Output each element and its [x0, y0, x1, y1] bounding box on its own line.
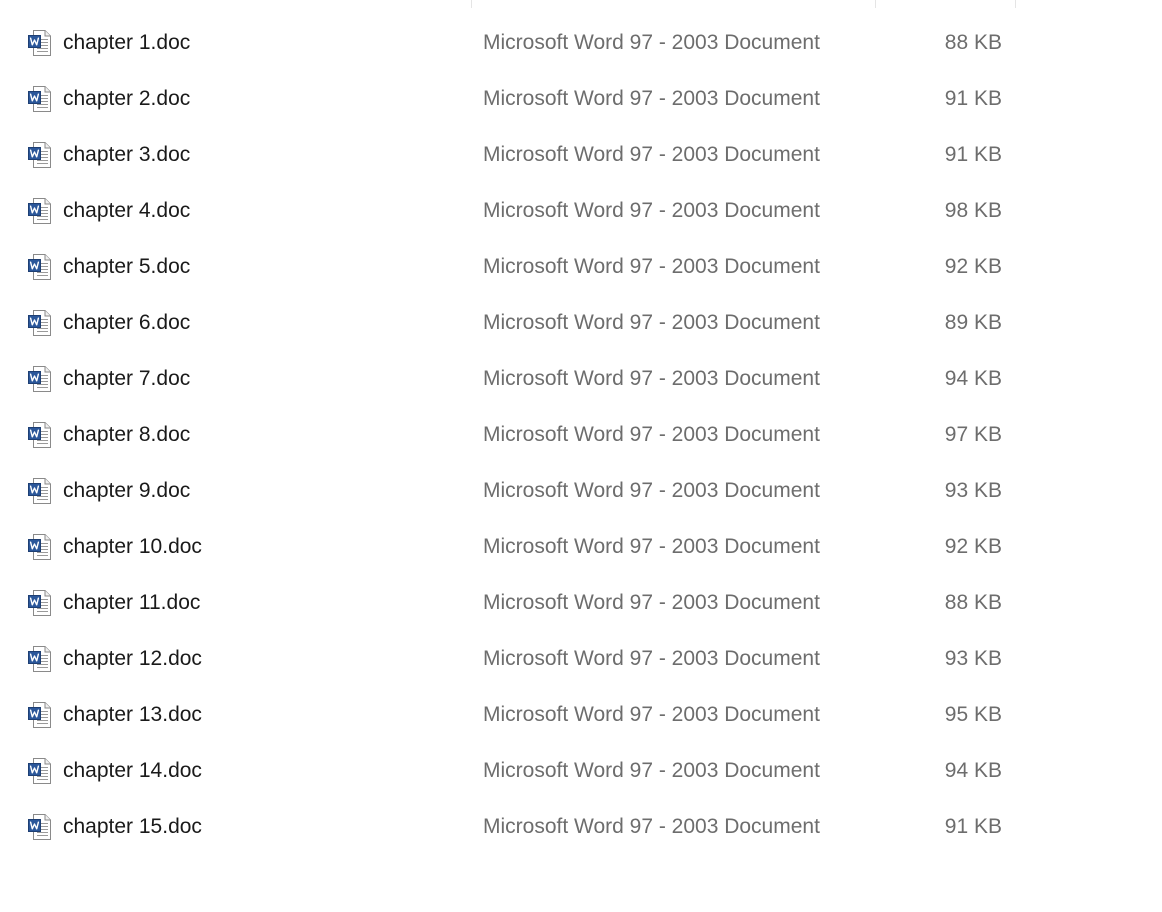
file-name: chapter 14.doc — [63, 759, 202, 782]
file-type: Microsoft Word 97 - 2003 Document — [483, 647, 820, 670]
column-divider-type-size[interactable] — [875, 0, 876, 8]
file-name: chapter 10.doc — [63, 535, 202, 558]
file-size: 91 KB — [944, 87, 1002, 110]
word-doc-icon — [27, 85, 53, 113]
file-type: Microsoft Word 97 - 2003 Document — [483, 423, 820, 446]
file-name: chapter 12.doc — [63, 647, 202, 670]
file-size: 98 KB — [944, 199, 1002, 222]
file-name: chapter 2.doc — [63, 87, 191, 110]
file-list: chapter 1.doc Microsoft Word 97 - 2003 D… — [0, 15, 1162, 855]
file-size: 93 KB — [944, 479, 1002, 502]
file-name: chapter 5.doc — [63, 255, 191, 278]
file-size: 88 KB — [944, 31, 1002, 54]
file-name: chapter 9.doc — [63, 479, 191, 502]
file-name: chapter 3.doc — [63, 143, 191, 166]
file-row-14[interactable]: chapter 14.doc Microsoft Word 97 - 2003 … — [0, 743, 1162, 799]
file-row-13[interactable]: chapter 13.doc Microsoft Word 97 - 2003 … — [0, 687, 1162, 743]
file-size: 92 KB — [944, 255, 1002, 278]
file-type: Microsoft Word 97 - 2003 Document — [483, 759, 820, 782]
file-name: chapter 4.doc — [63, 199, 191, 222]
file-name: chapter 11.doc — [63, 591, 201, 614]
file-row-1[interactable]: chapter 1.doc Microsoft Word 97 - 2003 D… — [0, 15, 1162, 71]
file-name: chapter 1.doc — [63, 31, 191, 54]
file-row-9[interactable]: chapter 9.doc Microsoft Word 97 - 2003 D… — [0, 463, 1162, 519]
file-row-4[interactable]: chapter 4.doc Microsoft Word 97 - 2003 D… — [0, 183, 1162, 239]
file-row-6[interactable]: chapter 6.doc Microsoft Word 97 - 2003 D… — [0, 295, 1162, 351]
file-type: Microsoft Word 97 - 2003 Document — [483, 591, 820, 614]
file-type: Microsoft Word 97 - 2003 Document — [483, 367, 820, 390]
column-divider-name-type[interactable] — [471, 0, 472, 8]
file-type: Microsoft Word 97 - 2003 Document — [483, 199, 820, 222]
file-name: chapter 8.doc — [63, 423, 191, 446]
word-doc-icon — [27, 365, 53, 393]
word-doc-icon — [27, 421, 53, 449]
word-doc-icon — [27, 29, 53, 57]
word-doc-icon — [27, 757, 53, 785]
file-size: 91 KB — [944, 815, 1002, 838]
file-type: Microsoft Word 97 - 2003 Document — [483, 703, 820, 726]
file-type: Microsoft Word 97 - 2003 Document — [483, 479, 820, 502]
file-row-7[interactable]: chapter 7.doc Microsoft Word 97 - 2003 D… — [0, 351, 1162, 407]
file-row-15[interactable]: chapter 15.doc Microsoft Word 97 - 2003 … — [0, 799, 1162, 855]
column-divider-size-end[interactable] — [1015, 0, 1016, 8]
file-type: Microsoft Word 97 - 2003 Document — [483, 255, 820, 278]
file-name: chapter 13.doc — [63, 703, 202, 726]
file-type: Microsoft Word 97 - 2003 Document — [483, 87, 820, 110]
word-doc-icon — [27, 589, 53, 617]
file-size: 91 KB — [944, 143, 1002, 166]
word-doc-icon — [27, 309, 53, 337]
word-doc-icon — [27, 645, 53, 673]
file-row-5[interactable]: chapter 5.doc Microsoft Word 97 - 2003 D… — [0, 239, 1162, 295]
file-size: 93 KB — [944, 647, 1002, 670]
file-row-10[interactable]: chapter 10.doc Microsoft Word 97 - 2003 … — [0, 519, 1162, 575]
file-row-8[interactable]: chapter 8.doc Microsoft Word 97 - 2003 D… — [0, 407, 1162, 463]
file-name: chapter 7.doc — [63, 367, 191, 390]
file-type: Microsoft Word 97 - 2003 Document — [483, 143, 820, 166]
word-doc-icon — [27, 813, 53, 841]
file-size: 88 KB — [944, 591, 1002, 614]
word-doc-icon — [27, 253, 53, 281]
file-size: 95 KB — [944, 703, 1002, 726]
file-size: 97 KB — [944, 423, 1002, 446]
file-size: 94 KB — [944, 367, 1002, 390]
file-row-11[interactable]: chapter 11.doc Microsoft Word 97 - 2003 … — [0, 575, 1162, 631]
file-row-2[interactable]: chapter 2.doc Microsoft Word 97 - 2003 D… — [0, 71, 1162, 127]
file-size: 94 KB — [944, 759, 1002, 782]
file-row-3[interactable]: chapter 3.doc Microsoft Word 97 - 2003 D… — [0, 127, 1162, 183]
file-name: chapter 15.doc — [63, 815, 202, 838]
word-doc-icon — [27, 477, 53, 505]
word-doc-icon — [27, 701, 53, 729]
file-type: Microsoft Word 97 - 2003 Document — [483, 535, 820, 558]
file-size: 89 KB — [944, 311, 1002, 334]
word-doc-icon — [27, 533, 53, 561]
file-size: 92 KB — [944, 535, 1002, 558]
file-row-12[interactable]: chapter 12.doc Microsoft Word 97 - 2003 … — [0, 631, 1162, 687]
file-name: chapter 6.doc — [63, 311, 191, 334]
word-doc-icon — [27, 141, 53, 169]
file-type: Microsoft Word 97 - 2003 Document — [483, 31, 820, 54]
file-type: Microsoft Word 97 - 2003 Document — [483, 815, 820, 838]
word-doc-icon — [27, 197, 53, 225]
file-type: Microsoft Word 97 - 2003 Document — [483, 311, 820, 334]
